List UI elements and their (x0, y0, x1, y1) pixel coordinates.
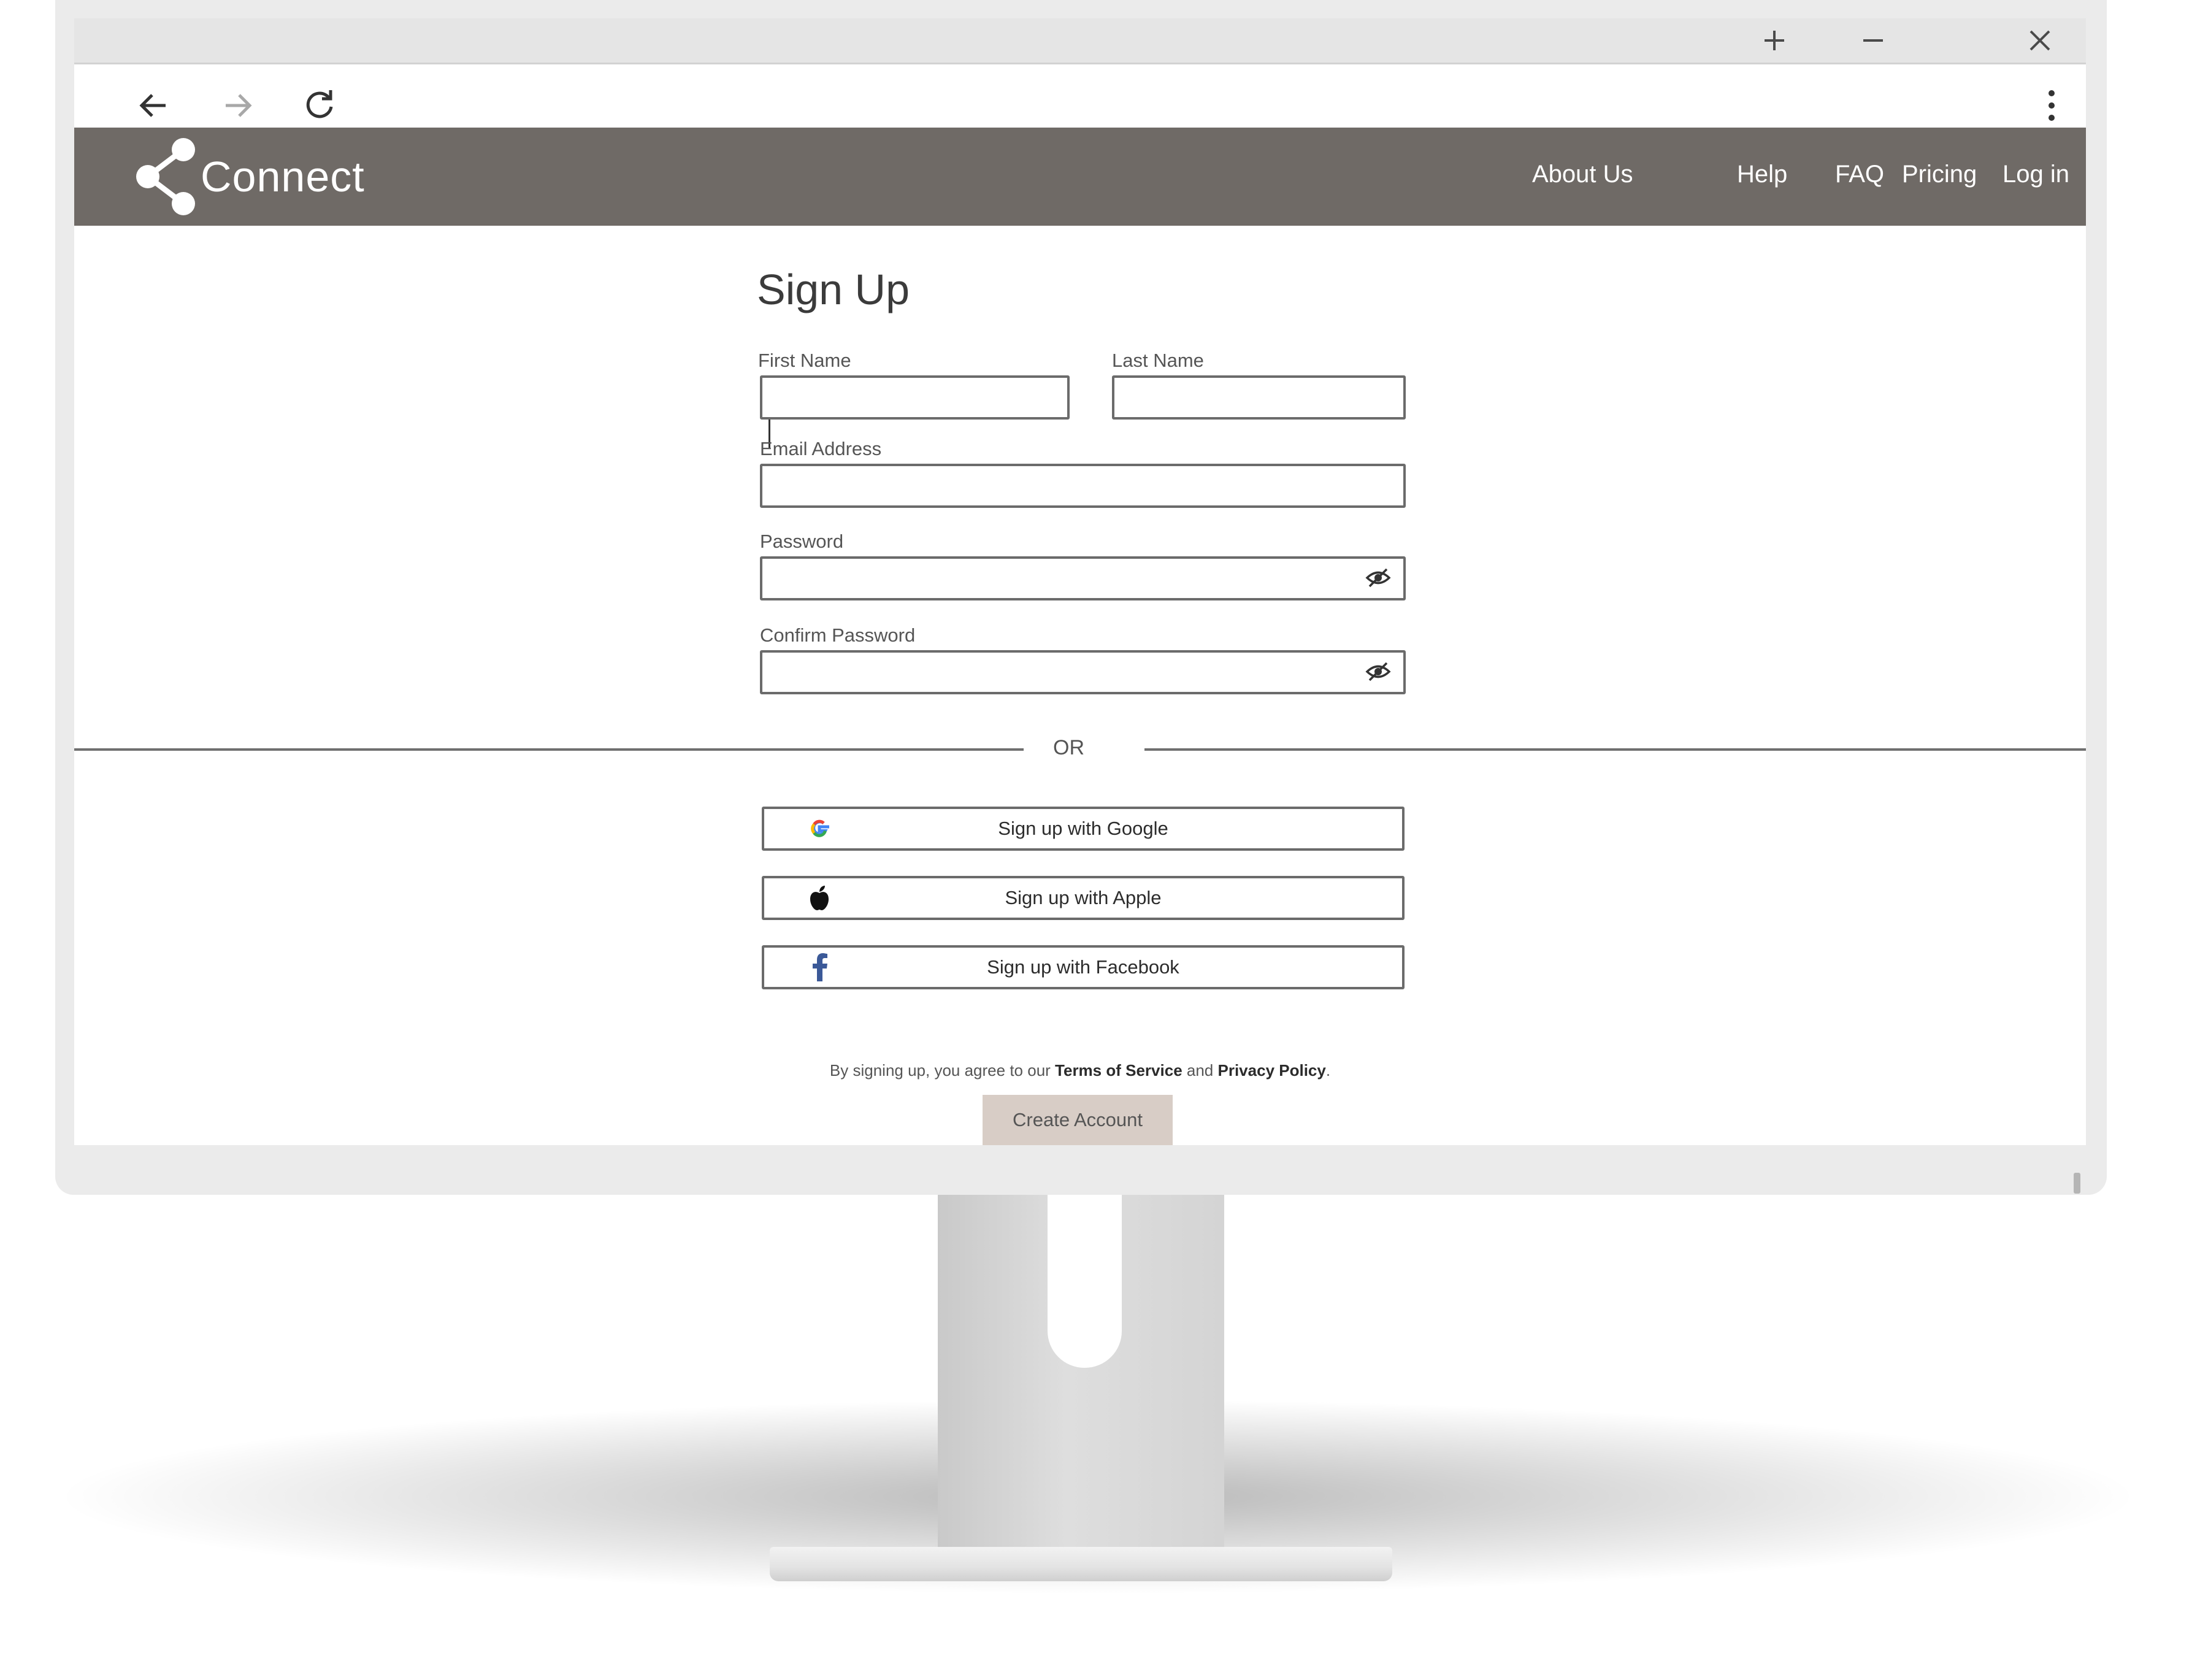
monitor-stand-base (770, 1547, 1392, 1581)
browser-titlebar (74, 18, 2086, 63)
nav-about-us[interactable]: About Us (1532, 161, 1633, 188)
terms-and: and (1186, 1061, 1218, 1080)
nav-help[interactable]: Help (1737, 161, 1787, 188)
logo-text: Connect (201, 153, 365, 201)
new-tab-icon[interactable] (1756, 23, 1793, 58)
facebook-signup-label: Sign up with Facebook (987, 956, 1179, 978)
eye-slash-icon[interactable] (1364, 659, 1392, 684)
first-name-field[interactable] (760, 375, 1070, 420)
confirm-password-field[interactable] (760, 650, 1406, 694)
divider-line-left (74, 748, 1024, 751)
nav-pricing[interactable]: Pricing (1902, 161, 1977, 188)
minimize-icon[interactable] (1855, 23, 1891, 58)
apple-signup-button[interactable]: Sign up with Apple (762, 876, 1405, 920)
eye-slash-icon[interactable] (1364, 566, 1392, 590)
create-account-button[interactable]: Create Account (983, 1095, 1173, 1145)
monitor-stand-cutout (1048, 1195, 1122, 1368)
divider-line-right (1144, 748, 2086, 751)
nav-faq[interactable]: FAQ (1835, 161, 1884, 188)
site-logo[interactable]: Connect (134, 136, 365, 217)
page-title: Sign Up (757, 266, 910, 313)
browser-window: Connect About Us Help FAQ Pricing Log in… (74, 18, 2086, 1145)
share-logo-icon (136, 138, 195, 215)
email-label: Email Address (760, 438, 882, 459)
back-arrow-icon[interactable] (134, 86, 172, 125)
kebab-menu-icon[interactable] (2033, 86, 2071, 125)
close-icon[interactable] (2022, 23, 2058, 58)
first-name-label: First Name (758, 350, 851, 371)
password-field[interactable] (760, 556, 1406, 600)
scrollbar-thumb[interactable] (2074, 1173, 2080, 1194)
terms-of-service-link[interactable]: Terms of Service (1055, 1061, 1182, 1080)
terms-notice: By signing up, you agree to our Terms of… (74, 1061, 2086, 1080)
last-name-field[interactable] (1112, 375, 1406, 420)
facebook-signup-button[interactable]: Sign up with Facebook (762, 945, 1405, 989)
password-label: Password (760, 531, 844, 552)
google-signup-button[interactable]: Sign up with Google (762, 807, 1405, 851)
privacy-policy-link[interactable]: Privacy Policy (1218, 1061, 1326, 1080)
reload-icon[interactable] (301, 86, 339, 125)
last-name-label: Last Name (1112, 350, 1204, 371)
email-field[interactable] (760, 464, 1406, 508)
apple-signup-label: Sign up with Apple (1005, 887, 1162, 908)
google-signup-label: Sign up with Google (998, 818, 1168, 839)
terms-suffix: . (1325, 1061, 1331, 1080)
or-divider-text: OR (1053, 736, 1084, 759)
confirm-password-label: Confirm Password (760, 624, 916, 646)
forward-arrow-icon[interactable] (219, 86, 257, 125)
site-header: Connect About Us Help FAQ Pricing Log in (74, 128, 2086, 226)
nav-log-in[interactable]: Log in (2003, 161, 2069, 188)
terms-prefix: By signing up, you agree to our (829, 1061, 1056, 1080)
